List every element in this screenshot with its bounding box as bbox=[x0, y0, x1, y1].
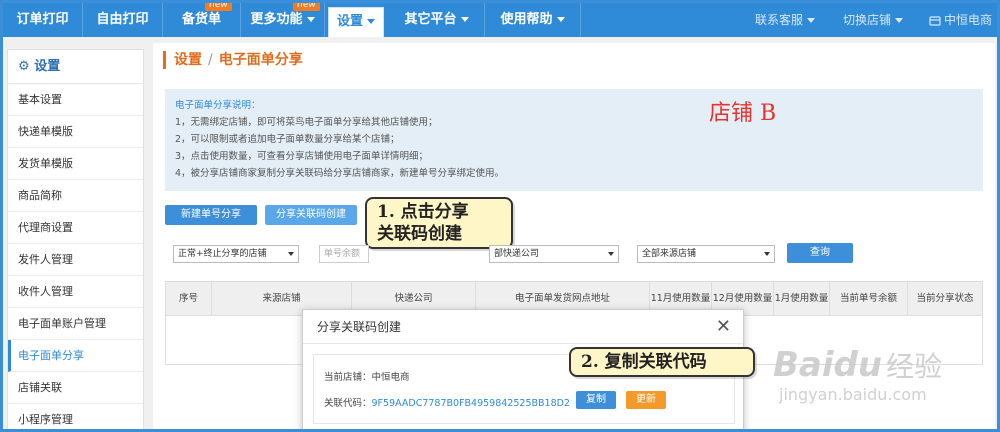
copy-button[interactable]: 复制 bbox=[576, 391, 616, 409]
watermark-sub: 经验 bbox=[886, 350, 943, 383]
watermark-brand: Baidu bbox=[773, 345, 883, 385]
status-filter-select[interactable]: 正常+终止分享的店铺 bbox=[173, 245, 299, 263]
notice-line: 4，被分享店铺商家复制分享关联码给分享店铺商家，新建单号分享绑定使用。 bbox=[175, 168, 505, 179]
select-value: 正常+终止分享的店铺 bbox=[178, 249, 267, 259]
contact-service-label: 联系客服 bbox=[755, 13, 804, 27]
sidebar-item-product-alias[interactable]: 商品简称 bbox=[8, 180, 143, 212]
shop-value: 中恒电商 bbox=[371, 372, 410, 383]
baidu-watermark: Baidu 经验 jingyan.baidu.com bbox=[773, 345, 942, 404]
nav-other-platforms[interactable]: 其它平台 bbox=[389, 3, 485, 37]
create-link-code-button[interactable]: 分享关联码创建 bbox=[263, 203, 359, 227]
chevron-down-icon bbox=[764, 252, 770, 256]
chevron-down-icon bbox=[460, 17, 469, 22]
select-value: 部快递公司 bbox=[494, 249, 540, 259]
nav-label: 订单打印 bbox=[16, 12, 69, 27]
nav-label: 自由打印 bbox=[96, 12, 149, 27]
sidebar-item-agent[interactable]: 代理商设置 bbox=[8, 212, 143, 244]
nav-settings[interactable]: 设置 bbox=[328, 7, 384, 37]
contact-service[interactable]: 联系客服 bbox=[755, 3, 816, 37]
chevron-down-icon bbox=[807, 18, 816, 23]
shop-account[interactable]: 中恒电商 bbox=[929, 3, 992, 37]
chevron-down-icon bbox=[306, 17, 315, 22]
step2-callout: 2. 复制关联代码 bbox=[569, 347, 755, 377]
notice-line: 3，点击使用数量，可查看分享店铺使用电子面单详情明细； bbox=[175, 151, 429, 162]
nav-label: 设置 bbox=[336, 14, 363, 29]
code-label: 关联代码： bbox=[324, 398, 372, 409]
callout-text: 关联码创建 bbox=[377, 224, 462, 244]
sidebar-title: ⚙ 设置 bbox=[8, 50, 143, 84]
nav-label: 其它平台 bbox=[404, 12, 457, 27]
top-nav: 订单打印 自由打印 备货单 new 更多功能 new 设置 其它平台 使用帮助 联系… bbox=[3, 3, 997, 37]
nav-more-features[interactable]: 更多功能 new bbox=[241, 3, 325, 37]
nav-label: 备货单 bbox=[181, 12, 221, 27]
notice-box: 电子面单分享说明： 1，无需绑定店铺，即可将菜鸟电子面单分享给其他店铺使用； 2… bbox=[165, 89, 983, 191]
select-value: 全部来源店铺 bbox=[642, 249, 697, 259]
sidebar-item-ewaybill-share[interactable]: 电子面单分享 bbox=[8, 340, 143, 372]
sidebar-item-sender[interactable]: 发件人管理 bbox=[8, 244, 143, 276]
chevron-down-icon bbox=[288, 252, 294, 256]
watermark-url: jingyan.baidu.com bbox=[779, 385, 927, 404]
notice-title: 电子面单分享说明： bbox=[175, 100, 261, 111]
column-header: 1月使用数量 bbox=[774, 282, 830, 316]
new-badge: new bbox=[293, 3, 320, 11]
switch-shop-label: 切换店铺 bbox=[843, 13, 892, 27]
new-badge: new bbox=[205, 3, 232, 11]
sidebar-title-text: 设置 bbox=[34, 59, 61, 74]
notice-line: 2，可以限制或者追加电子面单数量分享给某个店铺； bbox=[175, 134, 400, 145]
page-title: 电子面单分享 bbox=[218, 52, 303, 68]
sidebar-item-miniprogram[interactable]: 小程序管理 bbox=[8, 404, 143, 429]
nav-label: 使用帮助 bbox=[500, 12, 553, 27]
sidebar-item-ewaybill-account[interactable]: 电子面单账户管理 bbox=[8, 308, 143, 340]
sidebar-item-basic[interactable]: 基本设置 bbox=[8, 84, 143, 116]
express-filter-select[interactable]: 部快递公司 bbox=[489, 245, 619, 263]
nav-label: 更多功能 bbox=[250, 12, 303, 27]
column-header: 当前分享状态 bbox=[916, 293, 974, 304]
column-header: 序号 bbox=[166, 282, 212, 316]
app-window: 订单打印 自由打印 备货单 new 更多功能 new 设置 其它平台 使用帮助 联系… bbox=[0, 0, 1000, 432]
source-shop-select[interactable]: 全部来源店铺 bbox=[637, 245, 775, 263]
callout-text: 2. 复制关联代码 bbox=[581, 352, 707, 372]
current-shop-row: 当前店铺：中恒电商 bbox=[324, 369, 410, 383]
sidebar-item-shop-link[interactable]: 店铺关联 bbox=[8, 372, 143, 404]
nav-help[interactable]: 使用帮助 bbox=[485, 3, 581, 37]
breadcrumb-root[interactable]: 设置 bbox=[174, 52, 202, 68]
breadcrumb-separator: / bbox=[208, 52, 213, 68]
remaining-input[interactable]: 单号余额 bbox=[319, 245, 369, 263]
shop-label: 当前店铺： bbox=[324, 372, 372, 383]
new-share-button[interactable]: 新建单号分享 bbox=[165, 205, 257, 225]
sidebar-item-invoice-template[interactable]: 发货单模版 bbox=[8, 148, 143, 180]
refresh-button[interactable]: 更新 bbox=[626, 391, 666, 409]
dialog-title: 分享关联码创建 bbox=[303, 310, 743, 344]
sidebar-item-express-template[interactable]: 快递单模版 bbox=[8, 116, 143, 148]
step1-callout: 1. 点击分享 关联码创建 bbox=[365, 197, 513, 249]
sidebar-item-receiver[interactable]: 收件人管理 bbox=[8, 276, 143, 308]
nav-order-print[interactable]: 订单打印 bbox=[3, 3, 83, 37]
shop-annotation: 店铺 B bbox=[709, 101, 777, 126]
nav-free-print[interactable]: 自由打印 bbox=[83, 3, 163, 37]
link-code-value[interactable]: 9F59AADC7787B0FB4959842525BB18D2 bbox=[372, 398, 570, 409]
column-header: 当前单号余额 bbox=[830, 282, 908, 316]
notice-line: 1，无需绑定店铺，即可将菜鸟电子面单分享给其他店铺使用； bbox=[175, 117, 438, 128]
shop-name: 中恒电商 bbox=[944, 13, 993, 27]
chevron-down-icon bbox=[895, 18, 904, 23]
sidebar: ⚙ 设置 基本设置 快递单模版 发货单模版 商品简称 代理商设置 发件人管理 收… bbox=[7, 49, 144, 429]
switch-shop[interactable]: 切换店铺 bbox=[843, 3, 904, 37]
store-icon bbox=[929, 15, 941, 26]
link-code-row: 关联代码：9F59AADC7787B0FB4959842525BB18D2 bbox=[324, 395, 570, 409]
callout-text: 1. 点击分享 bbox=[377, 202, 469, 222]
breadcrumb: 设置 / 电子面单分享 bbox=[163, 51, 303, 69]
query-button[interactable]: 查询 bbox=[787, 243, 853, 263]
close-icon[interactable]: ✕ bbox=[716, 316, 731, 337]
chevron-down-icon bbox=[608, 252, 614, 256]
chevron-down-icon bbox=[556, 17, 565, 22]
gear-icon: ⚙ bbox=[18, 59, 30, 74]
nav-stock-list[interactable]: 备货单 new bbox=[163, 3, 241, 37]
chevron-down-icon bbox=[367, 19, 375, 24]
